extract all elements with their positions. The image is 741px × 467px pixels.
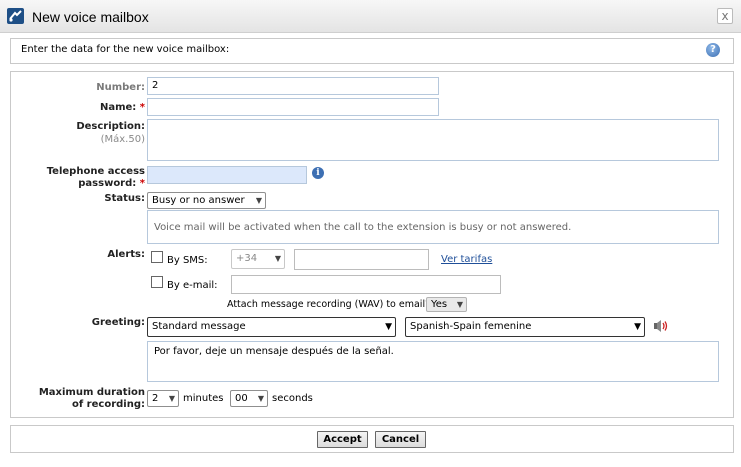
description-input[interactable] [147,119,719,161]
status-select[interactable]: Busy or no answer ▼ [147,192,266,209]
seconds-value: 00 [235,393,248,404]
seconds-select[interactable]: 00 ▼ [230,390,268,407]
minutes-select[interactable]: 2 ▼ [147,390,179,407]
password-label-text: password: [78,178,137,189]
status-description: Voice mail will be activated when the ca… [147,210,719,244]
attach-label: Attach message recording (WAV) to email? [227,299,431,310]
status-label: Status: [104,193,145,204]
attach-select[interactable]: Yes ▼ [426,297,467,312]
dropdown-caret-icon: ▼ [274,254,281,263]
duration-label-line2: of recording: [71,399,145,410]
attach-value: Yes [431,299,448,310]
greeting-text-input[interactable]: Por favor, deje un mensaje después de la… [147,341,719,382]
name-input[interactable] [147,98,439,116]
app-icon [7,8,24,24]
instruction-text: Enter the data for the new voice mailbox… [21,44,230,55]
title-bar: New voice mailbox x [0,0,741,33]
greeting-voice-select[interactable]: Spanish-Spain femenine ▼ [405,317,645,337]
password-input[interactable] [147,166,307,184]
greeting-label: Greeting: [91,317,145,328]
dropdown-caret-icon: ▼ [456,300,463,309]
cancel-button[interactable]: Cancel [375,431,426,448]
email-label: By e-mail: [167,280,218,291]
dropdown-caret-icon: ▼ [255,196,262,205]
rates-link[interactable]: Ver tarifas [441,254,492,265]
sms-label: By SMS: [167,255,208,266]
required-mark: * [139,178,145,189]
number-input[interactable]: 2 [147,77,439,95]
email-input[interactable] [231,275,501,294]
country-code-select[interactable]: +34 ▼ [231,249,285,269]
minutes-value: 2 [152,393,159,404]
alerts-label: Alerts: [107,249,145,260]
duration-label-line1: Maximum duration [38,387,145,398]
accept-button[interactable]: Accept [317,431,368,448]
sms-checkbox[interactable] [151,251,163,263]
password-label-line1: Telephone access [46,166,145,177]
button-panel: Accept Cancel [10,425,734,453]
dropdown-caret-icon: ▼ [257,394,264,403]
dropdown-caret-icon: ▼ [168,394,175,403]
country-code-value: +34 [236,253,258,264]
status-selected: Busy or no answer [152,195,245,206]
dropdown-caret-icon: ▼ [634,322,641,332]
description-label: Description: [76,121,145,132]
close-icon[interactable]: x [717,8,733,24]
speaker-icon[interactable] [653,319,669,336]
seconds-label: seconds [272,393,313,404]
password-label-line2: password: * [12,178,145,189]
greeting-type-select[interactable]: Standard message ▼ [147,317,396,337]
required-mark: * [139,102,145,113]
help-icon[interactable]: ? [706,43,720,57]
description-hint: (Máx.50) [100,134,145,145]
email-checkbox[interactable] [151,276,163,288]
instruction-panel: Enter the data for the new voice mailbox… [10,38,734,64]
name-label-text: Name: [99,102,137,113]
dropdown-caret-icon: ▼ [385,322,392,332]
number-label: Number: [96,82,145,93]
minutes-label: minutes [183,393,224,404]
window-title: New voice mailbox [32,9,149,25]
sms-phone-input[interactable] [294,249,429,270]
greeting-voice-value: Spanish-Spain femenine [410,321,532,332]
info-icon[interactable]: i [312,167,324,179]
name-label: Name: * [12,102,145,113]
form-panel: Number: 2 Name: * Description: (Máx.50) … [10,71,734,418]
greeting-type-value: Standard message [152,321,246,332]
